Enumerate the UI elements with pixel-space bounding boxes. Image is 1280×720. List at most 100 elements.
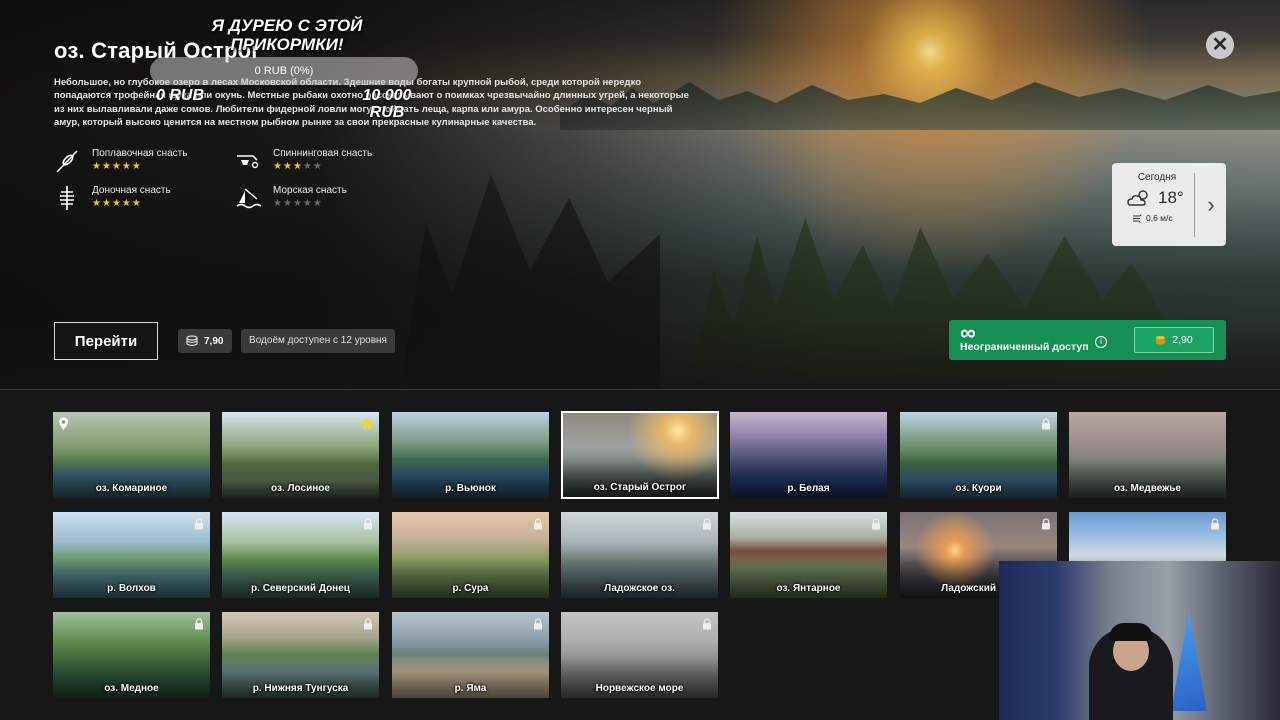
star-icon: ★ [282, 198, 293, 209]
location-tile-label: Норвежское море [595, 683, 684, 694]
unlimited-access-buy-button[interactable]: 2,90 [1134, 327, 1214, 353]
tackle-name: Доночная снасть [92, 185, 171, 196]
location-tile-label: р. Вьюнок [445, 483, 496, 494]
bottom-rod-icon [60, 186, 74, 210]
location-tile-label: р. Северский Донец [251, 583, 350, 594]
star-icon: ★ [111, 198, 122, 209]
location-tile[interactable]: Ладожское оз. [561, 512, 718, 598]
tackle-spinning: Спиннинговая снасть ★★★★★ [235, 148, 372, 174]
tackle-name: Морская снасть [273, 185, 347, 196]
lock-icon [1211, 518, 1219, 530]
webcam-christmas-tree [1171, 611, 1207, 711]
wind-icon [1133, 214, 1142, 223]
location-tile-label: оз. Медное [104, 683, 159, 694]
close-button[interactable]: ✕ [1206, 31, 1234, 59]
sea-rod-icon [236, 188, 261, 209]
lock-icon [1042, 518, 1050, 530]
weather-widget[interactable]: Сегодня 18° 0,6 м/с › [1112, 163, 1226, 246]
location-tile[interactable]: р. Нижняя Тунгуска [222, 612, 379, 698]
section-divider [0, 389, 1280, 390]
weather-day-label: Сегодня [1137, 172, 1177, 183]
location-tile[interactable]: оз. Медвежье [1069, 412, 1226, 498]
location-tile-label: р. Яма [454, 683, 487, 694]
star-icon: ★ [101, 198, 112, 209]
location-tile-label: р. Белая [787, 483, 830, 494]
info-icon[interactable]: i [1095, 336, 1107, 348]
unlimited-access-label: Неограниченный доступ [960, 341, 1089, 353]
location-tile-label: оз. Комариное [95, 483, 168, 494]
star-icon: ★ [292, 198, 303, 209]
donation-status: 0 RUB (0%) [254, 65, 314, 77]
unlimited-access-price: 2,90 [1172, 334, 1193, 346]
lock-icon [1042, 418, 1050, 430]
tackle-rating: ★★★★★ [92, 162, 187, 172]
webcam-overlay [999, 561, 1280, 720]
tackle-sea: Морская снасть ★★★★★ [235, 185, 347, 211]
gold-coin-icon [1156, 335, 1166, 345]
tackle-name: Спиннинговая снасть [273, 148, 373, 159]
stream-overlay-title: Я ДУРЕЮ С ЭТОЙ ПРИКОРМКИ! [211, 16, 363, 54]
location-tile[interactable]: р. Северский Донец [222, 512, 379, 598]
donation-progress-bar: 0 RUB (0%) [150, 57, 418, 85]
home-icon [361, 418, 373, 429]
star-icon: ★ [273, 161, 283, 172]
star-icon: ★ [312, 198, 323, 209]
location-tile[interactable]: р. Яма [392, 612, 549, 698]
location-tile[interactable]: Норвежское море [561, 612, 718, 698]
lock-icon [703, 618, 711, 630]
weather-next-button[interactable]: › [1200, 187, 1222, 223]
location-tile[interactable]: оз. Лосиное [222, 412, 379, 498]
current-location-pin-icon [59, 417, 68, 430]
location-tile-label: р. Сура [452, 583, 489, 594]
webcam-streamer-hat [1109, 623, 1153, 641]
star-icon: ★ [101, 161, 112, 172]
lock-icon [534, 618, 542, 630]
location-tile-label: оз. Янтарное [776, 583, 841, 594]
level-requirement: Водоём доступен с 12 уровня [241, 329, 395, 353]
lock-icon [364, 518, 372, 530]
weather-wind: 0,6 м/с [1146, 213, 1173, 223]
location-tile-selected[interactable]: оз. Старый Острог [561, 411, 719, 499]
travel-price: 7,90 [178, 329, 232, 353]
tackle-bottom: Доночная снасть ★★★★★ [54, 185, 171, 211]
star-icon: ★ [111, 161, 122, 172]
weather-temperature: 18° [1158, 188, 1184, 207]
cloud-sun-icon [1127, 190, 1148, 206]
location-tile[interactable]: оз. Куори [900, 412, 1057, 498]
travel-price-value: 7,90 [204, 335, 224, 347]
location-tile-label: р. Волхов [107, 583, 156, 594]
lock-icon [364, 618, 372, 630]
location-tile[interactable]: оз. Янтарное [730, 512, 887, 598]
lock-icon [703, 518, 711, 530]
tackle-rating: ★★★★★ [273, 162, 372, 172]
weather-separator [1194, 173, 1195, 237]
location-tile-label: оз. Старый Острог [593, 482, 687, 493]
location-tile[interactable]: оз. Комариное [53, 412, 210, 498]
star-icon: ★ [312, 161, 323, 172]
location-tile-label: Ладожское оз. [604, 583, 675, 594]
location-tile-label: оз. Лосиное [271, 483, 330, 494]
location-tile[interactable]: р. Вьюнок [392, 412, 549, 498]
star-icon: ★ [92, 198, 102, 209]
star-icon: ★ [121, 161, 132, 172]
location-tile[interactable]: р. Сура [392, 512, 549, 598]
lock-icon [534, 518, 542, 530]
lock-icon [195, 618, 203, 630]
donation-min: 0 RUB [156, 87, 205, 104]
location-tile-label: оз. Куори [955, 483, 1002, 494]
location-tile[interactable]: р. Волхов [53, 512, 210, 598]
lock-icon [195, 518, 203, 530]
tackle-rating: ★★★★★ [273, 199, 347, 209]
star-icon: ★ [121, 198, 132, 209]
coin-stack-icon [186, 335, 198, 347]
location-tile[interactable]: оз. Медное [53, 612, 210, 698]
star-icon: ★ [92, 161, 102, 172]
location-tile[interactable]: р. Белая [730, 412, 887, 498]
tackle-rating: ★★★★★ [92, 199, 171, 209]
tackle-name: Поплавочная снасть [92, 148, 188, 159]
location-tile-label: р. Нижняя Тунгуска [252, 683, 349, 694]
unlimited-access-panel: ∞ Неограниченный доступ i 2,90 [949, 320, 1226, 360]
float-rod-icon [56, 150, 78, 173]
tackle-float: Поплавочная снасть ★★★★★ [54, 148, 187, 174]
go-button[interactable]: Перейти [54, 322, 158, 360]
